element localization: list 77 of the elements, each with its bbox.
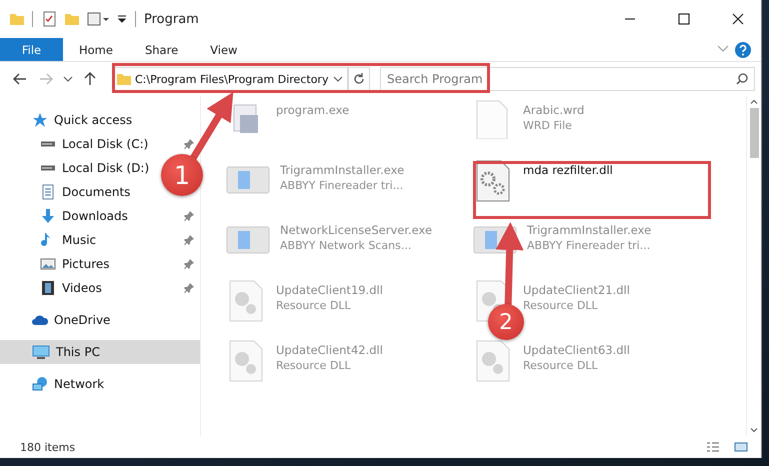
sidebar-item[interactable]: Pictures bbox=[0, 252, 200, 276]
file-type: Resource DLL bbox=[276, 299, 352, 312]
refresh-icon bbox=[353, 73, 365, 85]
sidebar-item[interactable]: This PC bbox=[0, 340, 200, 364]
pin-icon bbox=[184, 283, 194, 293]
help-icon bbox=[735, 42, 751, 58]
tiles-icon bbox=[734, 442, 748, 452]
network-icon bbox=[32, 376, 48, 392]
back-arrow-icon bbox=[13, 73, 27, 85]
scroll-down-icon bbox=[750, 428, 758, 433]
file-name: UpdateClient63.dll bbox=[523, 343, 630, 357]
address-bar[interactable]: C:\Program Files\Program Directory bbox=[112, 67, 348, 91]
pin-icon bbox=[184, 139, 194, 149]
star-icon bbox=[32, 112, 48, 128]
drive-icon bbox=[40, 141, 56, 147]
ribbon-tab[interactable]: Share bbox=[128, 38, 194, 61]
picture-icon bbox=[40, 256, 56, 272]
forward-arrow-icon bbox=[39, 73, 53, 85]
folder-icon bbox=[117, 74, 131, 84]
pin-icon bbox=[184, 259, 194, 269]
search-field[interactable]: Search Program bbox=[380, 67, 755, 91]
file-name: TrigrammInstaller.exe bbox=[527, 223, 652, 237]
file-name: UpdateClient21.dll bbox=[523, 283, 630, 297]
scroll-thumb[interactable] bbox=[750, 108, 758, 158]
chevron-icon bbox=[333, 76, 343, 82]
document-icon bbox=[40, 184, 56, 200]
ribbon-tab[interactable]: View bbox=[194, 38, 254, 61]
file-type: Resource DLL bbox=[523, 299, 599, 312]
file-name: NetworkLicenseServer.exe bbox=[280, 223, 432, 237]
film-icon bbox=[40, 280, 56, 296]
chevron-icon bbox=[63, 76, 73, 82]
file-type: ABBYY Network Scans... bbox=[280, 239, 412, 252]
computer-icon bbox=[32, 344, 50, 360]
chevron-icon bbox=[717, 44, 729, 52]
file-name: UpdateClient19.dll bbox=[276, 283, 383, 297]
close-icon bbox=[732, 13, 744, 25]
up-arrow-icon bbox=[84, 72, 96, 86]
sidebar-item[interactable]: Local Disk (C:) bbox=[0, 132, 200, 156]
ribbon-tab[interactable]: Home bbox=[63, 38, 129, 61]
properties-icon bbox=[87, 11, 109, 27]
sidebar-item[interactable]: Downloads bbox=[0, 204, 200, 228]
drive-icon bbox=[40, 165, 56, 171]
refresh-button[interactable] bbox=[348, 67, 370, 91]
item-count: 180 items bbox=[20, 440, 76, 454]
file-type: ABBYY Finereader tri... bbox=[280, 179, 404, 192]
sidebar-item[interactable]: Network bbox=[0, 372, 110, 396]
scroll-up-icon bbox=[750, 99, 758, 104]
sidebar-item[interactable]: Quick access bbox=[0, 108, 138, 132]
file-type: WRD File bbox=[523, 119, 573, 132]
minimize-icon bbox=[624, 18, 636, 20]
window-title: Program bbox=[144, 12, 200, 26]
download-icon bbox=[40, 208, 56, 224]
sidebar-item[interactable]: Music bbox=[0, 228, 200, 252]
file-name: UpdateClient42.dll bbox=[276, 343, 383, 357]
search-icon bbox=[736, 73, 748, 85]
sidebar-item[interactable]: Documents bbox=[0, 180, 136, 204]
checklist-icon bbox=[41, 11, 57, 27]
annotation-arrow bbox=[189, 92, 234, 162]
sidebar-item[interactable]: Videos bbox=[0, 276, 200, 300]
sidebar-item[interactable]: Local Disk (D:) bbox=[0, 156, 156, 180]
help-button[interactable] bbox=[733, 40, 753, 60]
folder-icon bbox=[10, 14, 24, 24]
pin-icon bbox=[184, 211, 194, 221]
list-icon bbox=[706, 442, 720, 452]
sidebar-item[interactable]: OneDrive bbox=[0, 308, 116, 332]
folder-icon bbox=[65, 14, 79, 24]
file-type: ABBYY Finereader tri... bbox=[527, 239, 652, 252]
file-type: Resource DLL bbox=[276, 359, 352, 372]
scrollbar[interactable] bbox=[746, 96, 761, 436]
ribbon-tab[interactable]: File bbox=[0, 38, 63, 61]
file-name: Arabic.wrd bbox=[523, 103, 584, 117]
file-name: program.exe bbox=[276, 103, 350, 117]
maximize-icon bbox=[678, 13, 690, 25]
pin-icon bbox=[184, 235, 194, 245]
file-type: Resource DLL bbox=[523, 359, 599, 372]
file-name: mda rezfilter.dll bbox=[523, 163, 613, 177]
file-name: TrigrammInstaller.exe bbox=[280, 163, 404, 177]
